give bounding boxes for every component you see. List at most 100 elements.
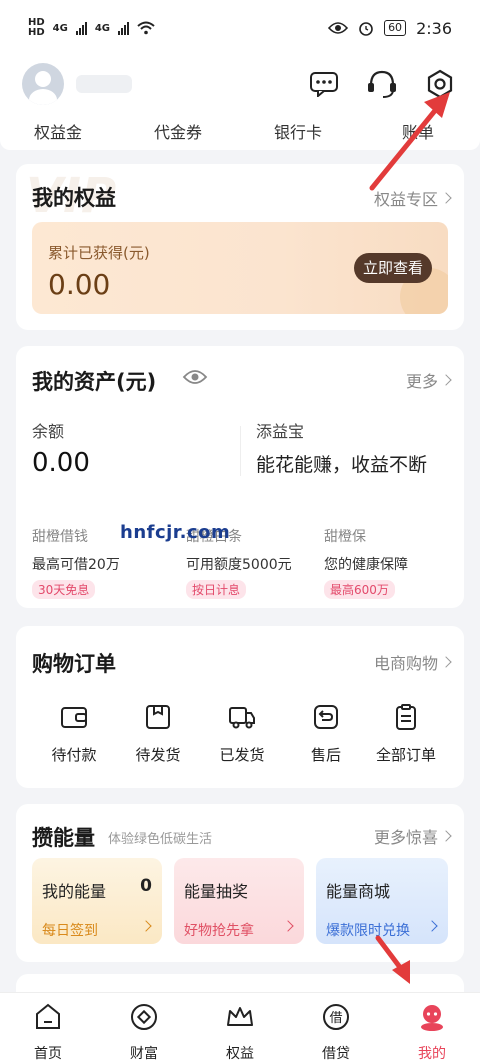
order-pending-shipment[interactable]: 待发货 xyxy=(118,702,198,765)
view-now-button[interactable]: 立即查看 xyxy=(354,253,432,283)
benefits-title: 我的权益 xyxy=(32,186,116,210)
product-tag: 最高600万 xyxy=(324,580,395,599)
status-time: 2:36 xyxy=(416,18,452,38)
wifi-icon xyxy=(137,21,155,35)
assets-card: 我的资产(元) 更多 余额 0.00 添益宝 能花能赚，收益不断 甜橙借钱 最高… xyxy=(16,346,464,608)
tianyibao-tagline[interactable]: 能花能赚，收益不断 xyxy=(256,450,427,477)
orders-card: 购物订单 电商购物 待付款 待发货 已发货 售后 全部订单 xyxy=(16,626,464,788)
avatar[interactable] xyxy=(22,63,64,105)
chevron-right-icon xyxy=(440,374,452,386)
order-label: 全部订单 xyxy=(375,746,436,764)
energy-box-title: 我的能量 xyxy=(42,882,107,901)
order-shipped[interactable]: 已发货 xyxy=(202,702,282,765)
product-loan[interactable]: 甜橙借钱 最高可借20万 30天免息 xyxy=(32,526,120,599)
energy-more-link[interactable]: 更多惊喜 xyxy=(373,824,452,848)
annotation-arrow-mine xyxy=(375,935,410,984)
benefit-value: 0.00 xyxy=(48,268,111,301)
energy-box-sub: 每日签到 xyxy=(42,923,98,939)
divider xyxy=(240,426,241,476)
hd-badges: HD HD xyxy=(28,18,45,38)
wallet-icon xyxy=(61,707,87,728)
order-label: 售后 xyxy=(310,746,341,764)
eye-toggle-icon[interactable] xyxy=(182,368,208,386)
tab-voucher[interactable]: 代金券 xyxy=(154,119,202,143)
product-tag: 按日计息 xyxy=(186,580,247,599)
chevron-right-icon xyxy=(440,830,452,842)
tab-bank-card[interactable]: 银行卡 xyxy=(274,119,322,143)
clipboard-icon xyxy=(396,704,416,730)
benefit-summary[interactable]: 累计已获得(元) 0.00 立即查看 xyxy=(32,222,448,314)
status-right: 60 2:36 xyxy=(328,19,452,38)
energy-title: 攒能量 xyxy=(32,826,95,850)
product-name: 甜橙保 xyxy=(324,529,366,545)
orders-more-label: 电商购物 xyxy=(373,654,438,673)
username-blurred[interactable] xyxy=(76,75,132,93)
message-icon[interactable] xyxy=(306,66,342,102)
nav-wealth[interactable]: 财富 xyxy=(114,1001,174,1061)
product-desc: 最高可借20万 xyxy=(32,557,120,573)
status-left: HD HD 4G 4G xyxy=(28,18,155,38)
energy-box-title: 能量抽奖 xyxy=(184,882,249,901)
nav-label: 首页 xyxy=(34,1046,62,1061)
order-all[interactable]: 全部订单 xyxy=(366,702,446,765)
site-watermark: hnfcjr.com xyxy=(120,522,231,543)
assets-more-label: 更多 xyxy=(405,372,438,391)
product-insurance[interactable]: 甜橙保 您的健康保障 最高600万 xyxy=(324,526,408,599)
nav-label: 财富 xyxy=(130,1046,158,1061)
return-icon xyxy=(314,705,338,729)
order-label: 待发货 xyxy=(135,746,181,764)
signal-icon xyxy=(75,21,87,35)
nav-mine[interactable]: 我的 xyxy=(402,1001,462,1061)
chevron-right-icon xyxy=(282,920,294,932)
nav-label: 权益 xyxy=(226,1046,254,1061)
benefit-label: 累计已获得(元) xyxy=(48,244,150,262)
energy-subtitle: 体验绿色低碳生活 xyxy=(108,832,213,847)
balance-label: 余额 xyxy=(32,422,65,441)
product-name: 甜橙借钱 xyxy=(32,529,88,545)
nav-label: 我的 xyxy=(418,1046,446,1061)
nav-loan[interactable]: 借 借贷 xyxy=(306,1001,366,1061)
network-label-1: 4G xyxy=(52,22,68,34)
energy-more-label: 更多惊喜 xyxy=(373,828,438,847)
alarm-icon xyxy=(359,22,373,36)
package-icon xyxy=(146,705,170,729)
chevron-right-icon xyxy=(440,656,452,668)
orders-more-link[interactable]: 电商购物 xyxy=(373,650,452,674)
orders-title: 购物订单 xyxy=(32,652,116,676)
crown-icon xyxy=(227,1007,253,1026)
energy-box-lottery[interactable]: 能量抽奖 好物抢先拿 xyxy=(174,858,304,944)
product-desc: 您的健康保障 xyxy=(324,557,408,573)
truck-icon xyxy=(229,707,255,729)
order-after-sale[interactable]: 售后 xyxy=(286,702,366,765)
tianyibao-label: 添益宝 xyxy=(256,422,305,441)
nav-benefits[interactable]: 权益 xyxy=(210,1001,270,1061)
eye-status-icon xyxy=(328,22,349,34)
assets-more-link[interactable]: 更多 xyxy=(405,368,452,392)
order-label: 待付款 xyxy=(51,746,97,764)
wealth-icon xyxy=(131,1004,157,1030)
hd-badge-2: HD xyxy=(28,27,45,38)
nav-home[interactable]: 首页 xyxy=(18,1001,78,1061)
battery-indicator: 60 xyxy=(384,20,407,36)
order-label: 已发货 xyxy=(219,746,265,764)
product-tag: 30天免息 xyxy=(32,580,96,599)
energy-box-title: 能量商城 xyxy=(326,882,391,901)
loan-icon: 借 xyxy=(323,1004,349,1030)
energy-count: 0 xyxy=(140,876,152,896)
signal-icon-2 xyxy=(118,21,130,35)
bottom-nav: 首页 财富 权益 借 借贷 我的 xyxy=(0,992,480,1061)
order-pending-payment[interactable]: 待付款 xyxy=(34,702,114,765)
svg-text:借: 借 xyxy=(329,1011,342,1026)
status-bar: HD HD 4G 4G 60 2:36 xyxy=(0,0,480,56)
network-label-2: 4G xyxy=(94,22,111,34)
home-icon xyxy=(36,1003,60,1029)
assets-title: 我的资产(元) xyxy=(32,370,157,394)
balance-value[interactable]: 0.00 xyxy=(32,448,90,478)
energy-box-sub: 好物抢先拿 xyxy=(184,923,254,939)
chevron-right-icon xyxy=(426,920,438,932)
mine-icon xyxy=(421,1005,443,1031)
annotation-arrow-settings xyxy=(369,92,450,191)
nav-label: 借贷 xyxy=(322,1046,350,1061)
energy-box-my-energy[interactable]: 我的能量 0 每日签到 xyxy=(32,858,162,944)
tab-benefit-gold[interactable]: 权益金 xyxy=(34,119,82,143)
